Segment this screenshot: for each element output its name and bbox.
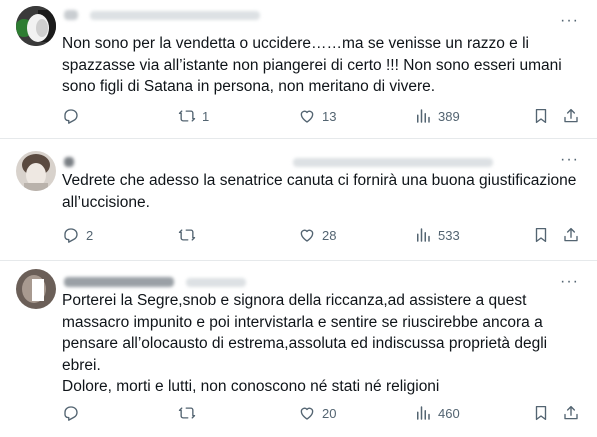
views-count: 389 <box>438 108 460 124</box>
heart-icon <box>300 110 314 123</box>
reply-button[interactable]: 2 <box>62 225 93 245</box>
views-button[interactable]: 533 <box>414 225 460 245</box>
tweet-text: Vedrete che adesso la senatrice canuta c… <box>62 172 577 211</box>
tweet-header <box>64 153 493 169</box>
bookmark-button[interactable] <box>532 403 550 423</box>
like-count: 28 <box>322 227 337 243</box>
tweet-header <box>64 6 260 22</box>
author-handle[interactable] <box>89 10 260 20</box>
more-options-icon[interactable]: ··· <box>560 13 579 29</box>
share-button[interactable] <box>562 106 580 126</box>
retweet-button[interactable] <box>178 403 202 423</box>
retweet-icon <box>178 229 196 241</box>
like-button[interactable]: 20 <box>298 403 336 423</box>
views-count: 460 <box>438 405 460 421</box>
share-button[interactable] <box>562 225 580 245</box>
more-options-icon[interactable]: ··· <box>560 152 579 168</box>
tweet-text: Porterei la Segre,snob e signora della r… <box>62 292 548 395</box>
retweet-icon <box>178 110 196 122</box>
reply-icon <box>64 228 78 243</box>
reply-button[interactable] <box>62 403 86 423</box>
tweet-actions: 2 28 533 <box>62 225 581 245</box>
avatar[interactable] <box>16 269 56 309</box>
author-name[interactable] <box>64 157 74 168</box>
retweet-button[interactable]: 1 <box>178 106 209 126</box>
share-icon <box>564 108 578 123</box>
bookmark-button[interactable] <box>532 106 550 126</box>
bookmark-button[interactable] <box>532 225 550 245</box>
bookmark-icon <box>535 108 547 124</box>
author-handle[interactable] <box>292 157 493 167</box>
tweet[interactable]: ··· Vedrete che adesso la senatrice canu… <box>0 139 597 261</box>
like-button[interactable]: 28 <box>298 225 336 245</box>
views-button[interactable]: 389 <box>414 106 460 126</box>
retweet-button[interactable] <box>178 225 202 245</box>
share-icon <box>564 405 578 420</box>
reply-count: 2 <box>86 227 94 243</box>
like-count: 13 <box>322 108 337 124</box>
author-handle[interactable] <box>185 277 246 287</box>
views-button[interactable]: 460 <box>414 403 460 423</box>
tweet-header <box>64 273 246 289</box>
avatar[interactable] <box>16 6 56 46</box>
like-count: 20 <box>322 405 337 421</box>
reply-icon <box>64 406 78 421</box>
avatar[interactable] <box>16 151 56 191</box>
author-name[interactable] <box>64 277 174 288</box>
more-options-icon[interactable]: ··· <box>560 274 579 290</box>
retweet-count: 1 <box>202 108 210 124</box>
bookmark-icon <box>535 405 547 421</box>
heart-icon <box>300 229 314 242</box>
views-count: 533 <box>438 227 460 243</box>
author-name[interactable] <box>64 10 78 21</box>
tweet-actions: 1 13 389 <box>62 106 581 126</box>
tweet[interactable]: ··· Non sono per la vendetta o uccidere…… <box>0 0 597 139</box>
share-button[interactable] <box>562 403 580 423</box>
views-chart-icon <box>417 228 430 242</box>
tweet[interactable]: ··· Porterei la Segre,snob e signora del… <box>0 261 597 437</box>
bookmark-icon <box>535 227 547 243</box>
views-chart-icon <box>417 109 430 123</box>
tweet-text: Non sono per la vendetta o uccidere……ma … <box>62 35 562 95</box>
tweet-actions: 20 460 <box>62 403 581 423</box>
retweet-icon <box>178 407 196 419</box>
heart-icon <box>300 407 314 420</box>
share-icon <box>564 227 578 242</box>
reply-icon <box>64 109 78 124</box>
views-chart-icon <box>417 406 430 420</box>
reply-button[interactable] <box>62 106 86 126</box>
like-button[interactable]: 13 <box>298 106 336 126</box>
